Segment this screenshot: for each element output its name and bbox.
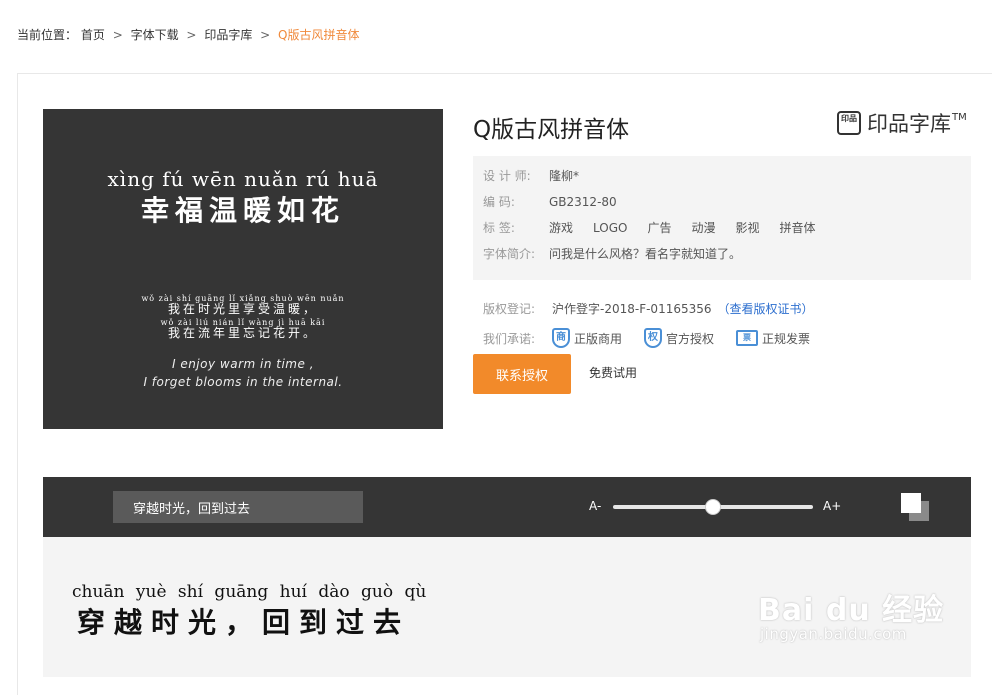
breadcrumb-font-download-link[interactable]: 字体下载 bbox=[131, 28, 179, 42]
font-preview-image: xìng fú wēn nuǎn rú huā 幸福温暖如花 wǒ zài sh… bbox=[43, 109, 443, 429]
english-line: I enjoy warm in time , bbox=[171, 357, 315, 371]
brand-logo[interactable]: 印品 印品字库 TM bbox=[837, 108, 967, 138]
contact-license-button[interactable]: 联系授权 bbox=[473, 354, 571, 394]
copyright-row: 版权登记: 沪作登字-2018-F-01165356 （查看版权证书） bbox=[483, 293, 832, 323]
copyright-number: 沪作登字-2018-F-01165356 bbox=[552, 301, 712, 316]
breadcrumb-separator: > bbox=[112, 28, 123, 42]
tag-link[interactable]: 游戏 bbox=[549, 220, 573, 246]
poem-line-hanzi: 我在流年里忘记花开。 bbox=[167, 326, 318, 340]
preview-english-text: I enjoy warm in time , I forget blooms i… bbox=[43, 355, 443, 391]
watermark-url: jingyan.baidu.com bbox=[760, 625, 907, 643]
copyright-label: 版权登记: bbox=[483, 301, 536, 316]
font-title: Q版古风拼音体 bbox=[473, 117, 630, 143]
promise-text: 官方授权 bbox=[666, 331, 715, 346]
brand-name: 印品字库 bbox=[867, 112, 951, 136]
poem-line-hanzi: 我在时光里享受温暖， bbox=[167, 302, 318, 316]
info-row-intro: 字体简介: 问我是什么风格？看名字就知道了。 bbox=[483, 246, 961, 272]
tag-link[interactable]: 动漫 bbox=[691, 220, 715, 246]
watermark-main: Bai du 经验 bbox=[758, 593, 945, 628]
intro-value: 问我是什么风格？看名字就知道了。 bbox=[549, 247, 742, 261]
breadcrumb: 当前位置： 首页 > 字体下载 > 印品字库 > Q版古风拼音体 bbox=[17, 26, 360, 43]
font-info-box: 设 计 师: 隆柳* 编 码: GB2312-80 标 签: 游戏 LOGO 广… bbox=[473, 156, 971, 280]
sample-pinyin: chuān yuè shí guāng huí dào guò qù bbox=[72, 582, 427, 602]
tag-link[interactable]: LOGO bbox=[593, 220, 627, 246]
brand-trademark: TM bbox=[952, 111, 967, 123]
font-size-slider-thumb[interactable] bbox=[705, 499, 721, 515]
baidu-jingyan-watermark: Bai du 经验 jingyan.baidu.com bbox=[758, 585, 945, 643]
english-line: I forget blooms in the internal. bbox=[143, 375, 343, 389]
shield-authorized-icon: 权 bbox=[644, 328, 663, 348]
invoice-icon: 票 bbox=[736, 330, 759, 346]
tag-link[interactable]: 影视 bbox=[736, 220, 760, 246]
promise-genuine: 商 正版商用 bbox=[552, 328, 622, 348]
shield-commercial-icon: 商 bbox=[552, 328, 570, 348]
code-label: 编 码: bbox=[483, 195, 515, 209]
promise-official: 权 官方授权 bbox=[644, 328, 714, 348]
promise-text: 正版商用 bbox=[574, 331, 623, 346]
designer-value: 隆柳* bbox=[549, 169, 580, 183]
intro-label: 字体简介: bbox=[483, 247, 536, 261]
code-value: GB2312-80 bbox=[549, 195, 617, 209]
info-row-code: 编 码: GB2312-80 bbox=[483, 194, 961, 220]
color-toggle-icon[interactable] bbox=[901, 493, 931, 521]
breadcrumb-prefix: 当前位置： bbox=[17, 28, 78, 42]
tag-link[interactable]: 广告 bbox=[647, 220, 671, 246]
promise-text: 正规发票 bbox=[762, 331, 811, 346]
designer-label: 设 计 师: bbox=[483, 169, 531, 183]
legal-section: 版权登记: 沪作登字-2018-F-01165356 （查看版权证书） 我们承诺… bbox=[483, 293, 832, 353]
preview-pinyin-title: xìng fú wēn nuǎn rú huā bbox=[107, 167, 379, 191]
info-row-tags: 标 签: 游戏 LOGO 广告 动漫 影视 拼音体 bbox=[483, 220, 961, 246]
brand-logo-icon: 印品 bbox=[837, 111, 861, 135]
promise-row: 我们承诺: 商 正版商用 权 官方授权 票 正规发票 bbox=[483, 323, 832, 353]
preview-hanzi-title: 幸福温暖如花 bbox=[140, 194, 345, 227]
tags-label: 标 签: bbox=[483, 221, 515, 235]
breadcrumb-current: Q版古风拼音体 bbox=[278, 28, 360, 42]
sample-text-input[interactable] bbox=[113, 491, 363, 523]
tag-link[interactable]: 拼音体 bbox=[780, 220, 816, 246]
font-size-decrease-button[interactable]: A- bbox=[589, 499, 601, 513]
view-certificate-link[interactable]: （查看版权证书） bbox=[718, 300, 814, 317]
info-row-designer: 设 计 师: 隆柳* bbox=[483, 168, 961, 194]
promise-label: 我们承诺: bbox=[483, 331, 536, 346]
sample-hanzi: 穿越时光，回到过去 bbox=[77, 606, 411, 639]
promise-invoice: 票 正规发票 bbox=[736, 330, 810, 347]
breadcrumb-separator: > bbox=[260, 28, 271, 42]
free-trial-button[interactable]: 免费试用 bbox=[589, 364, 637, 381]
breadcrumb-home-link[interactable]: 首页 bbox=[81, 28, 105, 42]
font-size-increase-button[interactable]: A+ bbox=[823, 499, 841, 513]
breadcrumb-foundry-link[interactable]: 印品字库 bbox=[204, 28, 252, 42]
preview-toolbar: A- A+ bbox=[43, 477, 971, 537]
preview-poem: wǒ zài shí guāng lǐ xiǎng shuò wēn nuǎn … bbox=[43, 293, 443, 341]
breadcrumb-separator: > bbox=[186, 28, 197, 42]
color-swatch-front bbox=[901, 493, 921, 513]
